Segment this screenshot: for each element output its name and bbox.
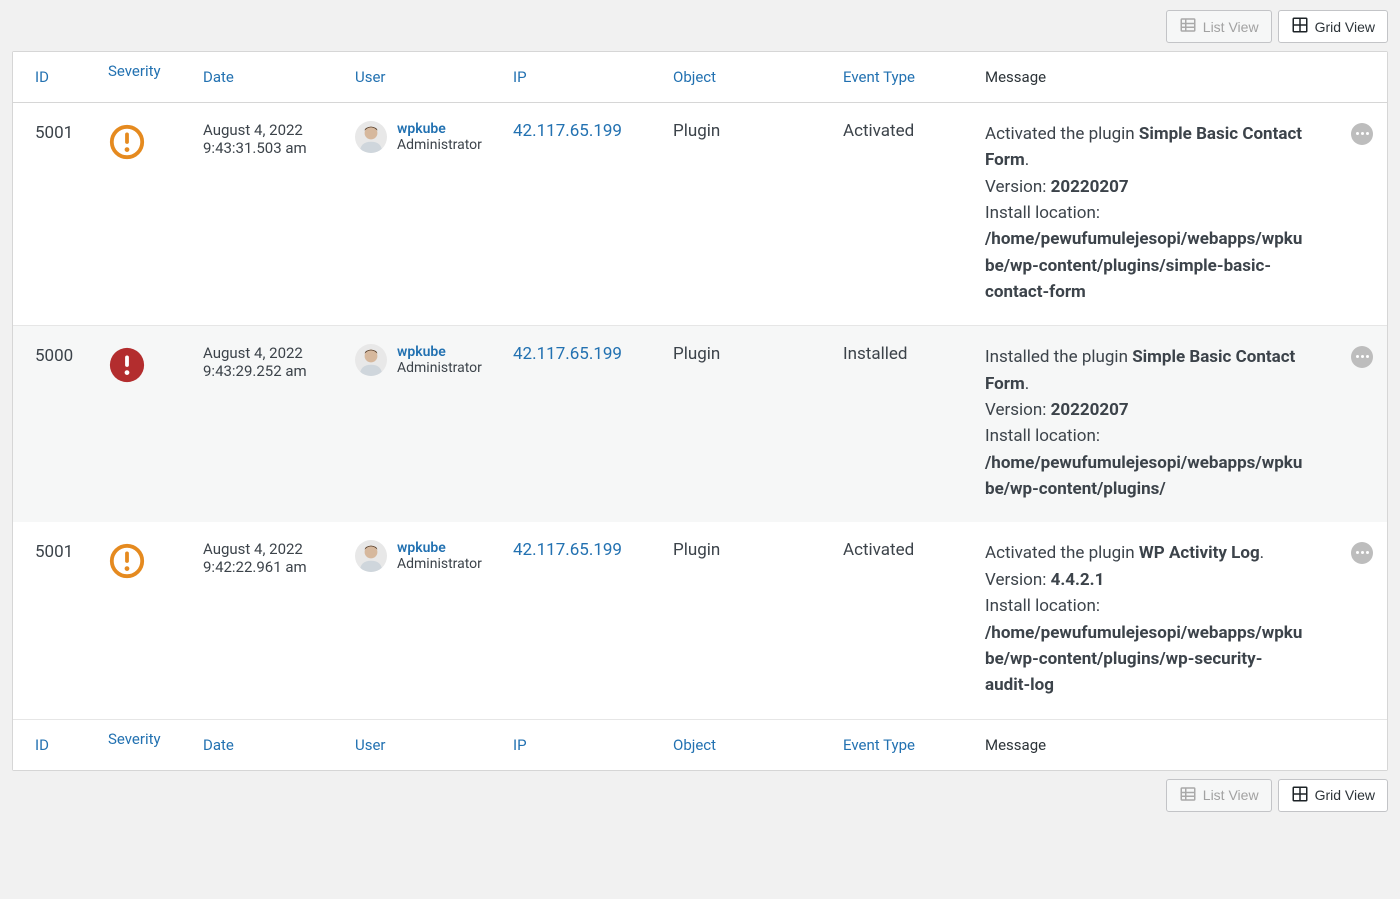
ip-link[interactable]: 42.117.65.199 <box>513 540 622 560</box>
col-event-type[interactable]: Event Type <box>833 719 975 770</box>
col-object[interactable]: Object <box>663 52 833 103</box>
ip-link[interactable]: 42.117.65.199 <box>513 121 622 141</box>
view-toolbar-top: List View Grid View <box>12 8 1388 51</box>
cell-date: August 4, 20229:43:29.252 am <box>193 326 345 523</box>
list-view-label: List View <box>1203 787 1259 803</box>
cell-id: 5000 <box>13 326 98 523</box>
cell-event-type: Installed <box>833 326 975 523</box>
cell-object: Plugin <box>663 326 833 523</box>
grid-view-label: Grid View <box>1315 787 1375 803</box>
col-user[interactable]: User <box>345 52 503 103</box>
list-icon <box>1179 16 1197 37</box>
cell-severity <box>98 103 193 326</box>
col-message: Message <box>975 719 1337 770</box>
list-view-button[interactable]: List View <box>1166 10 1272 43</box>
more-actions-button[interactable] <box>1351 123 1373 145</box>
cell-user: wpkubeAdministrator <box>345 522 503 719</box>
avatar <box>355 121 387 153</box>
list-view-label: List View <box>1203 19 1259 35</box>
user-name-link[interactable]: wpkube <box>397 344 482 360</box>
cell-id: 5001 <box>13 103 98 326</box>
col-id[interactable]: ID <box>13 52 98 103</box>
ip-link[interactable]: 42.117.65.199 <box>513 344 622 364</box>
cell-ip: 42.117.65.199 <box>503 522 663 719</box>
activity-log-table: ID Severity Date User IP Object Event Ty… <box>12 51 1388 771</box>
user-name-link[interactable]: wpkube <box>397 540 482 556</box>
cell-object: Plugin <box>663 103 833 326</box>
cell-user: wpkubeAdministrator <box>345 103 503 326</box>
cell-ip: 42.117.65.199 <box>503 103 663 326</box>
col-event-type[interactable]: Event Type <box>833 52 975 103</box>
time-value: 9:42:22.961 am <box>203 558 335 576</box>
user-role: Administrator <box>397 360 482 376</box>
col-user[interactable]: User <box>345 719 503 770</box>
more-actions-button[interactable] <box>1351 542 1373 564</box>
time-value: 9:43:29.252 am <box>203 362 335 380</box>
col-actions <box>1337 719 1387 770</box>
cell-actions <box>1337 103 1387 326</box>
grid-icon <box>1291 785 1309 806</box>
col-ip[interactable]: IP <box>503 719 663 770</box>
col-id[interactable]: ID <box>13 719 98 770</box>
col-actions <box>1337 52 1387 103</box>
cell-id: 5001 <box>13 522 98 719</box>
cell-message: Activated the plugin WP Activity Log.Ver… <box>975 522 1337 719</box>
col-severity[interactable]: Severity <box>98 719 193 770</box>
col-message: Message <box>975 52 1337 103</box>
list-icon <box>1179 785 1197 806</box>
cell-event-type: Activated <box>833 103 975 326</box>
col-date[interactable]: Date <box>193 719 345 770</box>
user-role: Administrator <box>397 137 482 153</box>
col-object[interactable]: Object <box>663 719 833 770</box>
cell-ip: 42.117.65.199 <box>503 326 663 523</box>
cell-severity <box>98 326 193 523</box>
grid-view-button[interactable]: Grid View <box>1278 779 1388 812</box>
view-toolbar-bottom: List View Grid View <box>12 771 1388 820</box>
list-view-button[interactable]: List View <box>1166 779 1272 812</box>
cell-message: Installed the plugin Simple Basic Contac… <box>975 326 1337 523</box>
grid-view-button[interactable]: Grid View <box>1278 10 1388 43</box>
severity-warning-icon <box>108 123 146 161</box>
more-actions-button[interactable] <box>1351 346 1373 368</box>
grid-icon <box>1291 16 1309 37</box>
cell-actions <box>1337 522 1387 719</box>
avatar <box>355 540 387 572</box>
user-name-link[interactable]: wpkube <box>397 121 482 137</box>
cell-severity <box>98 522 193 719</box>
date-value: August 4, 2022 <box>203 540 335 558</box>
col-date[interactable]: Date <box>193 52 345 103</box>
table-header: ID Severity Date User IP Object Event Ty… <box>13 52 1387 103</box>
table-row: 5000August 4, 20229:43:29.252 amwpkubeAd… <box>13 326 1387 523</box>
cell-event-type: Activated <box>833 522 975 719</box>
cell-date: August 4, 20229:43:31.503 am <box>193 103 345 326</box>
cell-actions <box>1337 326 1387 523</box>
cell-object: Plugin <box>663 522 833 719</box>
cell-message: Activated the plugin Simple Basic Contac… <box>975 103 1337 326</box>
time-value: 9:43:31.503 am <box>203 139 335 157</box>
col-severity[interactable]: Severity <box>98 52 193 103</box>
table-row: 5001August 4, 20229:43:31.503 amwpkubeAd… <box>13 103 1387 326</box>
severity-warning-icon <box>108 542 146 580</box>
col-ip[interactable]: IP <box>503 52 663 103</box>
date-value: August 4, 2022 <box>203 344 335 362</box>
user-role: Administrator <box>397 556 482 572</box>
cell-user: wpkubeAdministrator <box>345 326 503 523</box>
table-footer: ID Severity Date User IP Object Event Ty… <box>13 719 1387 770</box>
cell-date: August 4, 20229:42:22.961 am <box>193 522 345 719</box>
severity-critical-icon <box>108 346 146 384</box>
avatar <box>355 344 387 376</box>
table-row: 5001August 4, 20229:42:22.961 amwpkubeAd… <box>13 522 1387 719</box>
grid-view-label: Grid View <box>1315 19 1375 35</box>
date-value: August 4, 2022 <box>203 121 335 139</box>
